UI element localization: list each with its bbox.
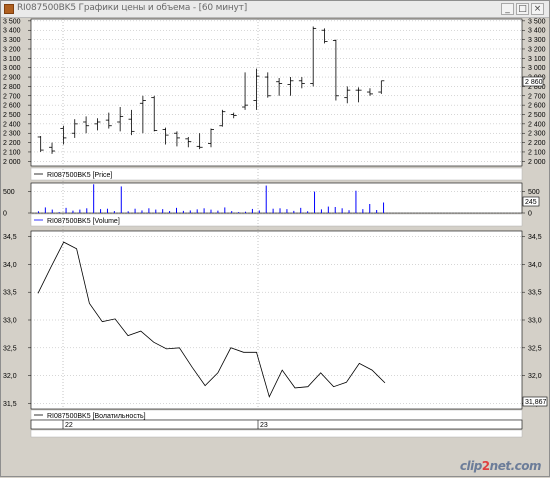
price-pane[interactable] <box>30 18 523 167</box>
price-left-tick-label: 2 600 <box>3 103 21 110</box>
volatility-right-tick-label: 33,0 <box>528 318 542 325</box>
price-right-tick-label: 3 300 <box>528 37 546 44</box>
day-label-22: 22 <box>65 422 73 429</box>
price-left-tick-label: 2 100 <box>3 149 21 156</box>
price-right-tick-label: 2 000 <box>528 159 546 166</box>
chart-area[interactable]: RI087500BK5 [Price] RI087500BK5 [Volume]… <box>1 1 550 478</box>
price-left-tick-label: 3 300 <box>3 37 21 44</box>
price-right-tick-label: 3 500 <box>528 18 546 25</box>
price-left-tick-label: 2 500 <box>3 112 21 119</box>
volume-right-tick-label: 500 <box>528 189 540 196</box>
time-axis[interactable] <box>30 419 523 430</box>
price-left-tick-label: 3 200 <box>3 46 21 53</box>
volatility-left-tick-label: 33,5 <box>3 290 17 297</box>
price-left-tick-label: 3 400 <box>3 28 21 35</box>
watermark-logo: clip2net.com <box>459 459 542 473</box>
price-right-tick-label: 2 300 <box>528 131 546 138</box>
price-left-tick-label: 2 800 <box>3 84 21 91</box>
price-left-tick-label: 2 700 <box>3 93 21 100</box>
price-right-tick-label: 3 200 <box>528 46 546 53</box>
volatility-left-tick-label: 34,5 <box>3 234 17 241</box>
price-left-tick-label: 2 400 <box>3 121 21 128</box>
price-left-tick-label: 3 500 <box>3 18 21 25</box>
volatility-left-tick-label: 32,0 <box>3 373 17 380</box>
price-right-tick-label: 2 100 <box>528 149 546 156</box>
price-left-tick-label: 2 200 <box>3 140 21 147</box>
chart-window: RI087500BK5 Графики цены и объема - [60 … <box>0 0 550 477</box>
price-legend: RI087500BK5 [Price] <box>47 172 112 179</box>
volatility-left-tick-label: 31,5 <box>3 401 17 408</box>
volatility-right-tick-label: 34,0 <box>528 262 542 269</box>
volatility-right-tick-label: 32,5 <box>528 345 542 352</box>
volatility-last-value: 31,867 <box>525 399 547 406</box>
price-right-tick-label: 2 200 <box>528 140 546 147</box>
price-right-tick-label: 3 000 <box>528 65 546 72</box>
volatility-left-tick-label: 32,5 <box>3 345 17 352</box>
volume-last-value: 245 <box>525 199 537 206</box>
price-left-tick-label: 2 900 <box>3 75 21 82</box>
volume-legend: RI087500BK5 [Volume] <box>47 218 120 225</box>
volume-pane[interactable] <box>30 182 523 214</box>
price-left-tick-label: 3 100 <box>3 56 21 63</box>
volume-left-tick-label: 0 <box>3 211 7 218</box>
volatility-left-tick-label: 34,0 <box>3 262 17 269</box>
price-right-tick-label: 2 500 <box>528 112 546 119</box>
price-left-tick-label: 2 300 <box>3 131 21 138</box>
volatility-right-tick-label: 34,5 <box>528 234 542 241</box>
price-right-tick-label: 2 700 <box>528 93 546 100</box>
price-right-tick-label: 3 400 <box>528 28 546 35</box>
volatility-left-tick-label: 33,0 <box>3 318 17 325</box>
price-right-tick-label: 2 600 <box>528 103 546 110</box>
horizontal-scrollbar[interactable] <box>30 429 523 438</box>
price-right-tick-label: 2 400 <box>528 121 546 128</box>
price-left-tick-label: 2 000 <box>3 159 21 166</box>
price-left-tick-label: 3 000 <box>3 65 21 72</box>
volatility-legend: RI087500BK5 [Волатильность] <box>47 413 146 420</box>
day-label-23: 23 <box>260 422 268 429</box>
volume-left-tick-label: 500 <box>3 189 15 196</box>
volume-right-tick-label: 0 <box>528 211 532 218</box>
volatility-right-tick-label: 33,5 <box>528 290 542 297</box>
price-right-tick-label: 3 100 <box>528 56 546 63</box>
price-last-value: 2 860 <box>525 79 543 86</box>
volatility-right-tick-label: 32,0 <box>528 373 542 380</box>
